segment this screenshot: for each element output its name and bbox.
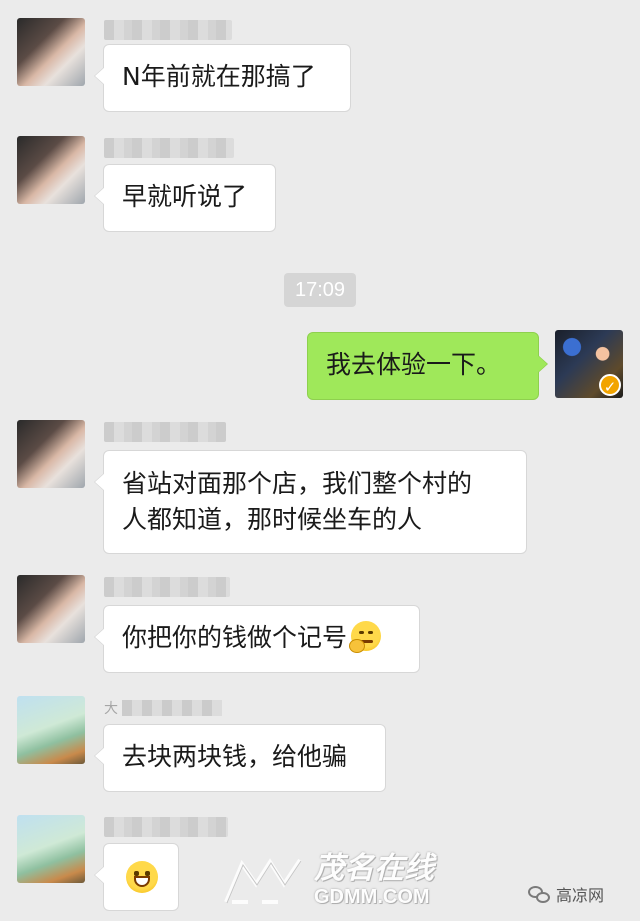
message-text: 我去体验一下。 xyxy=(326,350,502,379)
message-bubble[interactable]: 早就听说了 xyxy=(94,164,276,232)
message-bubble[interactable]: 省站对面那个店，我们整个村的 人都知道，那时候坐车的人 xyxy=(94,450,527,554)
sender-nickname-blurred xyxy=(104,422,226,442)
message-text-line: 省站对面那个店，我们整个村的 xyxy=(122,469,473,498)
sender-avatar[interactable] xyxy=(17,696,85,764)
message-text: 去块两块钱，给他骗 xyxy=(122,742,348,771)
message-text-line: 人都知道，那时候坐车的人 xyxy=(122,505,423,534)
site-watermark: 茂名在线 GDMM.COM xyxy=(222,850,482,912)
grinning-face-emoji-icon xyxy=(126,861,158,893)
wechat-icon xyxy=(528,886,552,904)
chat-window[interactable]: N年前就在那搞了 早就听说了 17:09 我去体验一下。 ✓ 省站对面那个店，我… xyxy=(0,0,640,921)
sender-nickname-initial: 大 xyxy=(104,701,118,717)
site-logo-icon xyxy=(224,858,302,904)
site-name-watermark: 茂名在线 xyxy=(314,851,434,886)
message-bubble[interactable]: 我去体验一下。 xyxy=(307,332,548,400)
sender-nickname-blurred: 大 xyxy=(104,698,226,718)
thinking-face-emoji-icon xyxy=(349,621,382,653)
sender-avatar[interactable] xyxy=(17,18,85,86)
wechat-account-name: 高凉网 xyxy=(556,886,605,905)
message-bubble[interactable] xyxy=(94,843,179,911)
site-domain-watermark: GDMM.COM xyxy=(314,886,430,908)
sender-avatar[interactable] xyxy=(17,575,85,643)
sender-avatar[interactable] xyxy=(17,815,85,883)
nickname-blur xyxy=(122,700,223,716)
user-avatar[interactable]: ✓ xyxy=(555,330,623,398)
timestamp-pill: 17:09 xyxy=(284,273,356,307)
sender-nickname-blurred xyxy=(104,817,228,837)
sender-avatar[interactable] xyxy=(17,136,85,204)
sender-avatar[interactable] xyxy=(17,420,85,488)
sender-nickname-blurred xyxy=(104,20,232,40)
message-bubble[interactable]: 你把你的钱做个记号 xyxy=(94,605,420,673)
wechat-account-watermark: 高凉网 xyxy=(528,884,604,908)
message-text: 早就听说了 xyxy=(122,182,248,211)
sender-nickname-blurred xyxy=(104,138,234,158)
checkmark-badge-icon: ✓ xyxy=(599,374,621,396)
message-text: N年前就在那搞了 xyxy=(122,62,316,91)
message-text: 你把你的钱做个记号 xyxy=(122,623,348,652)
message-bubble[interactable]: 去块两块钱，给他骗 xyxy=(94,724,386,792)
message-bubble[interactable]: N年前就在那搞了 xyxy=(94,44,351,112)
sender-nickname-blurred xyxy=(104,577,230,597)
